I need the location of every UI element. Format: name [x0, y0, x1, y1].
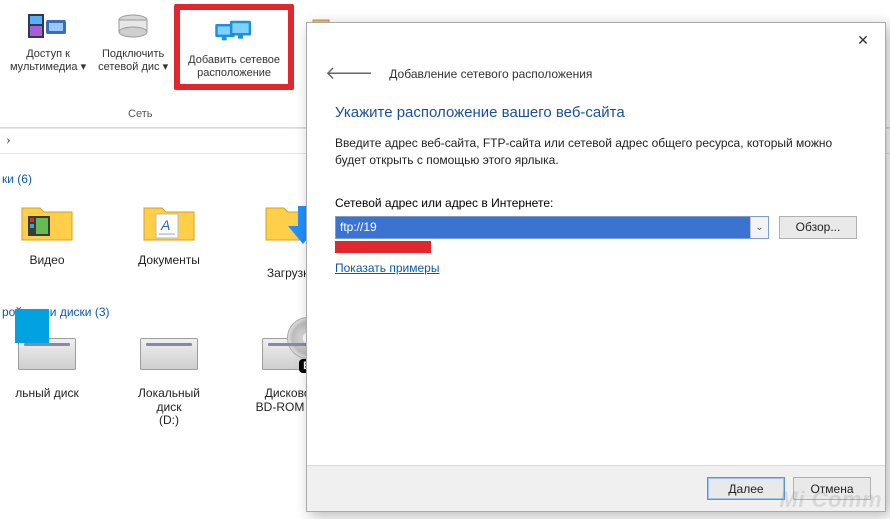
item-label: Документы: [138, 254, 200, 268]
drive-icon: [18, 325, 76, 383]
address-field-label: Сетевой адрес или адрес в Интернете:: [335, 196, 857, 210]
drive-local-d[interactable]: Локальный диск(D:): [126, 325, 212, 428]
ribbon-section-label: Сеть: [128, 108, 152, 120]
dialog-titlebar: ✕: [307, 23, 885, 57]
address-combobox[interactable]: ⌄: [335, 216, 769, 239]
folder-video[interactable]: Видео: [4, 192, 90, 281]
address-input[interactable]: [336, 217, 750, 238]
back-button[interactable]: 🡐: [325, 63, 373, 84]
dialog-description: Введите адрес веб-сайта, FTP-сайта или с…: [335, 135, 857, 170]
drive-local-c[interactable]: льный диск: [4, 325, 90, 428]
browse-button[interactable]: Обзор...: [779, 216, 857, 239]
folder-documents[interactable]: A Документы: [126, 192, 212, 281]
media-access-icon: [26, 10, 70, 44]
ribbon-media-access[interactable]: Доступ кмультимедиа ▾: [4, 4, 92, 76]
item-label: льный диск: [15, 387, 79, 401]
next-button[interactable]: Далее: [707, 477, 785, 500]
close-icon: ✕: [857, 32, 869, 49]
add-network-location-dialog: ✕ 🡐 Добавление сетевого расположения Ука…: [306, 22, 886, 512]
chevron-down-icon[interactable]: ⌄: [750, 217, 768, 238]
item-label: Видео: [29, 254, 64, 268]
addr-chevron-icon: ›: [6, 133, 11, 149]
show-examples-link[interactable]: Показать примеры: [335, 261, 439, 275]
ribbon-label: Доступ кмультимедиа ▾: [10, 48, 86, 74]
dialog-footer: Далее Отмена: [307, 465, 885, 511]
svg-text:A: A: [160, 217, 170, 233]
dialog-title: Укажите расположение вашего веб-сайта: [335, 104, 857, 121]
ribbon-connect-drive[interactable]: Подключитьсетевой дис ▾: [92, 4, 174, 76]
ribbon-add-location-highlight: Добавить сетевоерасположение: [174, 4, 294, 90]
ribbon-label: Добавить сетевоерасположение: [188, 54, 280, 80]
map-drive-icon: [111, 10, 155, 44]
dialog-body: Укажите расположение вашего веб-сайта Вв…: [307, 98, 885, 275]
item-label: Локальный диск(D:): [126, 387, 212, 428]
dialog-header-text: Добавление сетевого расположения: [389, 67, 592, 81]
drive-icon: [140, 325, 198, 383]
folder-icon: [18, 192, 76, 250]
add-network-location-icon: [212, 16, 256, 50]
address-field-row: ⌄ Обзор...: [335, 216, 857, 239]
cancel-button[interactable]: Отмена: [793, 477, 871, 500]
ribbon-label: Подключитьсетевой дис ▾: [98, 48, 168, 74]
close-button[interactable]: ✕: [841, 26, 885, 54]
folder-icon: A: [140, 192, 198, 250]
ribbon-add-network-location[interactable]: Добавить сетевоерасположение: [180, 10, 288, 84]
dialog-header: 🡐 Добавление сетевого расположения: [307, 57, 885, 98]
redacted-block: [335, 241, 431, 253]
